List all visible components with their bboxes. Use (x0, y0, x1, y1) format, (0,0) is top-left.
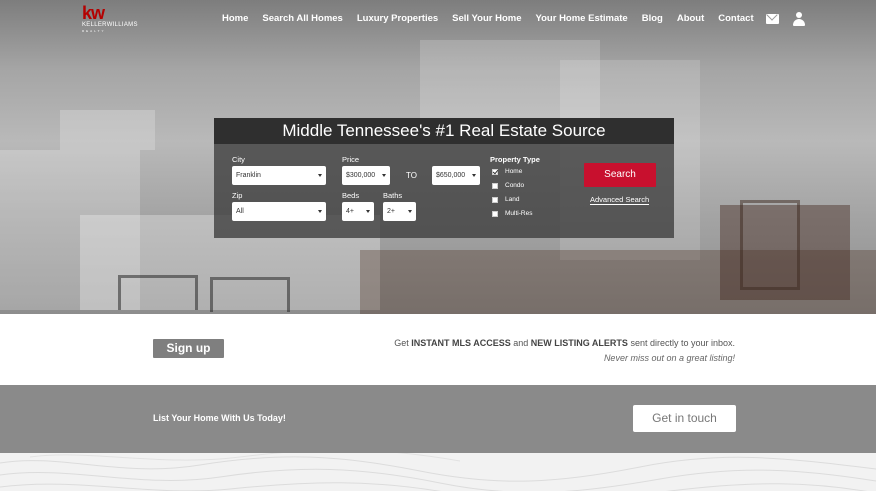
hero-stool (118, 275, 198, 310)
search-title: Middle Tennessee's #1 Real Estate Source (214, 118, 674, 144)
hero-range-hood (60, 110, 155, 150)
property-type-label: Property Type (490, 155, 540, 164)
nav-home-estimate[interactable]: Your Home Estimate (536, 13, 628, 24)
advanced-search-link[interactable]: Advanced Search (590, 195, 650, 205)
list-home-band: List Your Home With Us Today! Get in tou… (0, 385, 876, 453)
city-select[interactable]: Franklin (232, 166, 326, 185)
property-type-home-label: Home (505, 168, 523, 175)
signup-line1-mid: and (510, 338, 531, 348)
nav-blog[interactable]: Blog (642, 13, 663, 24)
checkbox[interactable] (492, 210, 498, 217)
main-nav: Home Search All Homes Luxury Properties … (222, 13, 768, 24)
property-type-condo-label: Condo (505, 182, 525, 189)
property-type-land-label: Land (505, 196, 520, 203)
signup-line2-text: Never miss out on a great listing! (603, 353, 735, 363)
price-label: Price (342, 155, 360, 164)
signup-line1: Get INSTANT MLS ACCESS and NEW LISTING A… (394, 336, 735, 351)
hero-stool (210, 277, 290, 312)
logo-sub: REALTY (82, 29, 106, 33)
topographic-pattern (0, 453, 876, 491)
checkbox[interactable] (492, 196, 498, 203)
nav-home[interactable]: Home (222, 13, 248, 24)
property-type-home[interactable]: Home (492, 168, 522, 175)
property-type-multi-res-label: Multi-Res (505, 210, 533, 217)
list-home-text: List Your Home With Us Today! (153, 413, 286, 423)
signup-button[interactable]: Sign up (153, 339, 224, 358)
signup-line1-post: sent directly to your inbox. (627, 338, 735, 348)
property-search-panel: Middle Tennessee's #1 Real Estate Source… (214, 118, 674, 238)
chevron-down-icon (472, 174, 476, 177)
beds-select[interactable]: 4+ (342, 202, 374, 221)
signup-line2: Never miss out on a great listing! (394, 351, 735, 366)
city-value: Franklin (236, 172, 261, 179)
baths-value: 2+ (387, 208, 395, 215)
nav-sell-your-home[interactable]: Sell Your Home (452, 13, 521, 24)
price-min-select[interactable]: $300,000 (342, 166, 390, 185)
zip-label: Zip (232, 191, 243, 200)
checkbox-checked[interactable] (492, 168, 498, 175)
signup-line1-pre: Get (394, 338, 412, 348)
price-min-value: $300,000 (346, 172, 376, 179)
get-in-touch-button[interactable]: Get in touch (633, 405, 736, 432)
signup-band: Sign up Get INSTANT MLS ACCESS and NEW L… (0, 314, 876, 385)
chevron-down-icon (382, 174, 386, 177)
nav-contact[interactable]: Contact (718, 13, 753, 24)
nav-search-all-homes[interactable]: Search All Homes (262, 13, 342, 24)
property-type-multi-res[interactable]: Multi-Res (492, 210, 532, 217)
chevron-down-icon (318, 210, 322, 213)
nav-luxury-properties[interactable]: Luxury Properties (357, 13, 438, 24)
nav-about[interactable]: About (677, 13, 704, 24)
baths-label: Baths (383, 191, 403, 200)
user-icon[interactable] (793, 12, 805, 26)
checkbox[interactable] (492, 182, 498, 189)
zip-value: All (236, 208, 244, 215)
user-icon-body (793, 19, 805, 26)
search-button[interactable]: Search (584, 163, 656, 187)
beds-value: 4+ (346, 208, 354, 215)
topo-lines (0, 453, 876, 491)
zip-select[interactable]: All (232, 202, 326, 221)
signup-line1-bold2: NEW LISTING ALERTS (530, 338, 628, 348)
chevron-down-icon (408, 210, 412, 213)
logo-name: KELLERWILLIAMS (82, 22, 138, 28)
price-max-select[interactable]: $650,000 (432, 166, 480, 185)
logo-mark: kw (82, 3, 105, 23)
chevron-down-icon (366, 210, 370, 213)
hero-chair (740, 200, 800, 290)
chevron-down-icon (318, 174, 322, 177)
city-label: City (232, 155, 245, 164)
keller-williams-logo[interactable]: kw KELLERWILLIAMS REALTY (82, 3, 142, 35)
property-type-land[interactable]: Land (492, 196, 519, 203)
price-to-label: TO (406, 171, 417, 180)
beds-label: Beds (342, 191, 360, 200)
property-type-condo[interactable]: Condo (492, 182, 524, 189)
mail-icon[interactable] (766, 14, 779, 24)
signup-line1-bold1: INSTANT MLS ACCESS (411, 338, 511, 348)
signup-text: Get INSTANT MLS ACCESS and NEW LISTING A… (394, 336, 735, 366)
user-icon-head (796, 12, 802, 18)
baths-select[interactable]: 2+ (383, 202, 416, 221)
price-max-value: $650,000 (436, 172, 466, 179)
